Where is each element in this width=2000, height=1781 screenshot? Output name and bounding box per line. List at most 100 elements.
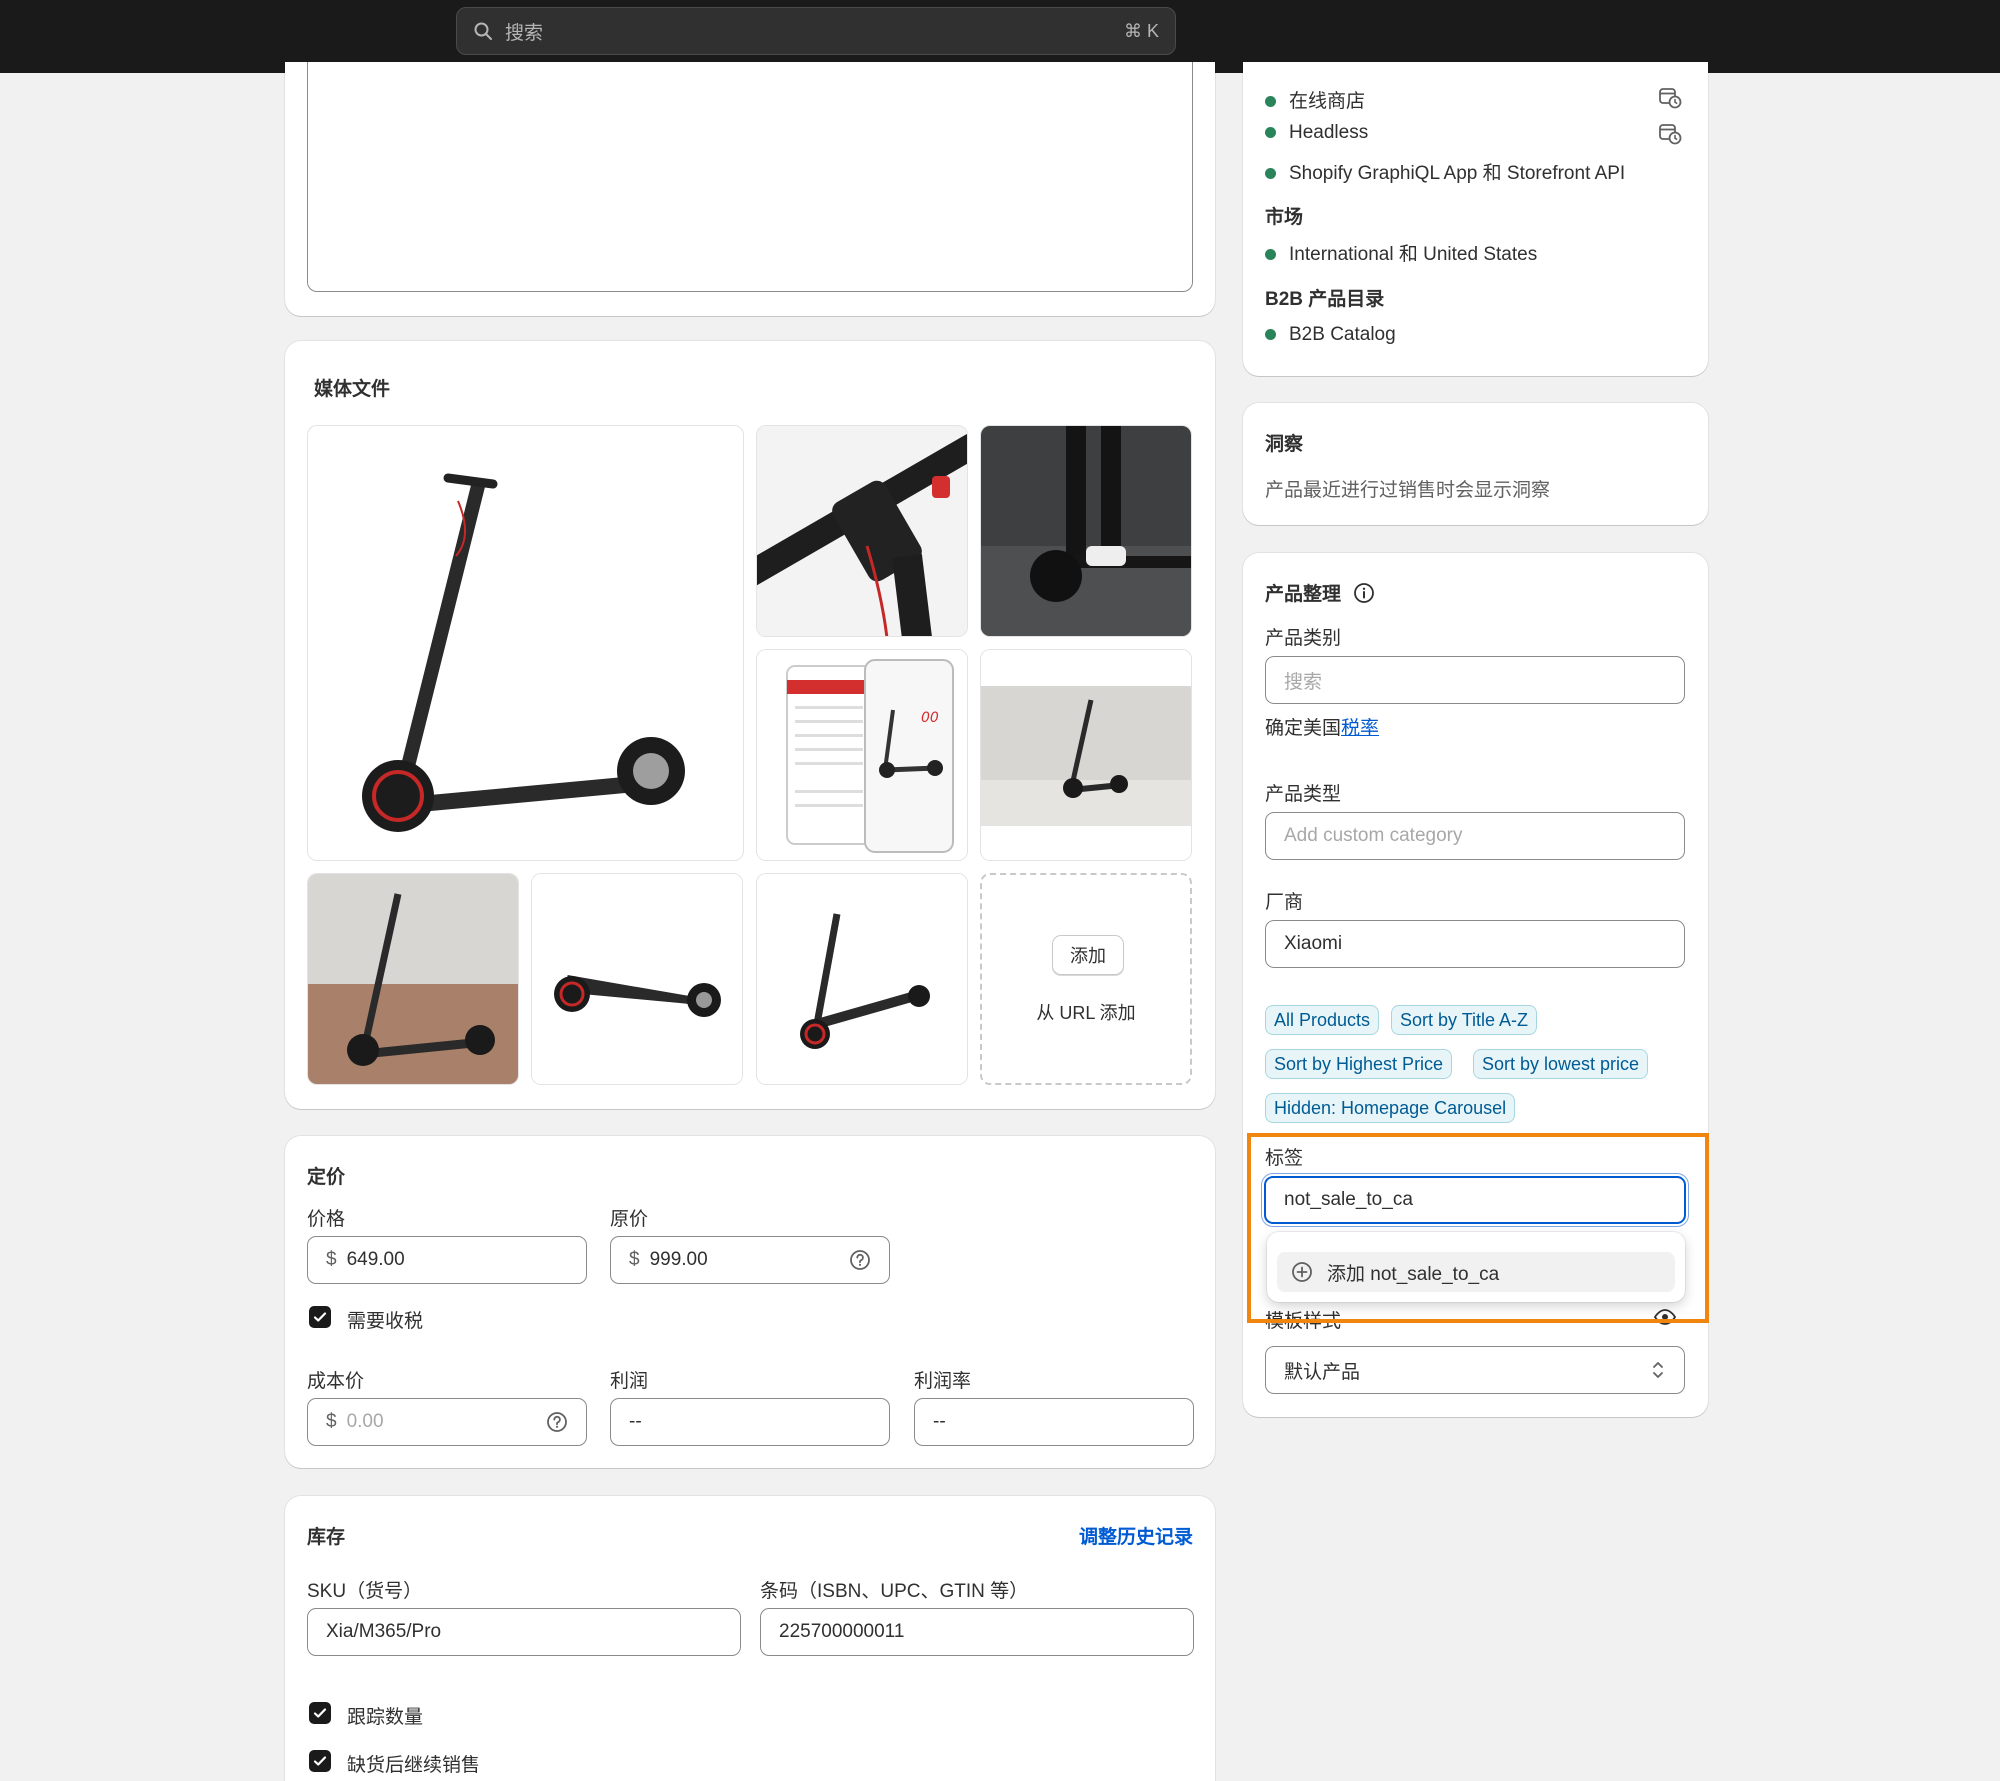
media-thumb-riding[interactable] bbox=[980, 425, 1192, 637]
status-dot bbox=[1265, 96, 1276, 108]
checkmark-icon bbox=[313, 1756, 327, 1766]
channel-graphiql: Shopify GraphiQL App 和 Storefront API bbox=[1265, 158, 1625, 185]
inventory-card: 库存 调整历史记录 SKU（货号） Xia/M365/Pro 条码（ISBN、U… bbox=[285, 1496, 1215, 1781]
barcode-label: 条码（ISBN、UPC、GTIN 等） bbox=[760, 1581, 1029, 1602]
collection-chip[interactable]: Sort by Highest Price bbox=[1265, 1049, 1453, 1079]
margin-field: -- bbox=[914, 1398, 1194, 1446]
media-thumb-handlebar[interactable] bbox=[756, 425, 968, 637]
scooter-floor-image bbox=[308, 874, 518, 1084]
tax-checkbox-label: 需要收税 bbox=[347, 1311, 424, 1332]
status-dot bbox=[1265, 127, 1276, 139]
tax-checkbox[interactable] bbox=[309, 1306, 331, 1328]
tag-add-option[interactable]: 添加 not_sale_to_ca bbox=[1277, 1252, 1675, 1292]
help-icon[interactable] bbox=[849, 1249, 871, 1271]
product-type-input[interactable]: Add custom category bbox=[1265, 812, 1685, 860]
collection-chip[interactable]: All Products bbox=[1265, 1005, 1380, 1035]
scooter-image bbox=[362, 473, 685, 832]
pricing-title: 定价 bbox=[307, 1167, 346, 1188]
calendar-schedule-icon[interactable] bbox=[1657, 120, 1683, 146]
insights-card: 洞察 产品最近进行过销售时会显示洞察 bbox=[1243, 403, 1708, 525]
template-select[interactable]: 默认产品 bbox=[1265, 1346, 1685, 1394]
media-thumb-floor[interactable] bbox=[307, 873, 519, 1085]
tax-rate-link[interactable]: 税率 bbox=[1341, 718, 1379, 739]
pricing-card: 定价 价格 $ 649.00 原价 $ 999.00 需要收税 成本价 $ 0.… bbox=[285, 1136, 1215, 1468]
category-search-input[interactable]: 搜索 bbox=[1265, 656, 1685, 704]
insights-text: 产品最近进行过销售时会显示洞察 bbox=[1265, 480, 1551, 501]
description-editor[interactable] bbox=[307, 62, 1193, 292]
scooter-folded-image bbox=[532, 874, 742, 1084]
track-quantity-checkbox[interactable] bbox=[309, 1702, 331, 1724]
cost-currency: $ bbox=[326, 1411, 337, 1432]
global-search[interactable]: 搜索 ⌘ K bbox=[456, 7, 1176, 55]
info-icon[interactable] bbox=[1353, 582, 1375, 604]
checkmark-icon bbox=[313, 1312, 327, 1322]
search-placeholder: 搜索 bbox=[505, 22, 544, 44]
inventory-history-link[interactable]: 调整历史记录 bbox=[1079, 1522, 1193, 1549]
collection-chip[interactable]: Sort by Title A-Z bbox=[1391, 1005, 1538, 1035]
price-label: 价格 bbox=[307, 1209, 346, 1230]
channel-headless: Headless bbox=[1265, 122, 1368, 144]
price-input[interactable]: $ 649.00 bbox=[307, 1236, 587, 1284]
checkmark-icon bbox=[313, 1708, 327, 1718]
media-thumb-wall[interactable] bbox=[980, 649, 1192, 861]
scooter-angle-image bbox=[757, 874, 967, 1084]
riding-image bbox=[981, 426, 1191, 636]
cost-input[interactable]: $ 0.00 bbox=[307, 1398, 587, 1446]
media-thumb-app[interactable]: 00 bbox=[756, 649, 968, 861]
select-arrows-icon bbox=[1653, 1362, 1663, 1378]
svg-text:00: 00 bbox=[921, 710, 939, 726]
media-add-url-link[interactable]: 从 URL 添加 bbox=[982, 999, 1190, 1025]
collection-chip[interactable]: Hidden: Homepage Carousel bbox=[1265, 1093, 1516, 1123]
profit-value: -- bbox=[629, 1411, 642, 1432]
media-add-button[interactable]: 添加 bbox=[1052, 935, 1124, 975]
media-add-dropzone[interactable]: 添加 从 URL 添加 bbox=[980, 873, 1192, 1085]
inventory-title: 库存 bbox=[307, 1527, 346, 1548]
profit-field: -- bbox=[610, 1398, 890, 1446]
continue-selling-checkbox[interactable] bbox=[309, 1750, 331, 1772]
barcode-input[interactable]: 225700000011 bbox=[760, 1608, 1194, 1656]
description-card bbox=[285, 62, 1215, 316]
scooter-wall-image bbox=[981, 650, 1191, 860]
price-currency: $ bbox=[326, 1249, 337, 1270]
continue-selling-label: 缺货后继续销售 bbox=[347, 1755, 481, 1776]
help-icon[interactable] bbox=[546, 1411, 568, 1433]
tags-label: 标签 bbox=[1265, 1148, 1304, 1169]
markets-value: International 和 United States bbox=[1265, 239, 1537, 266]
plus-circle-icon bbox=[1292, 1262, 1312, 1282]
status-dot bbox=[1265, 249, 1276, 261]
media-title: 媒体文件 bbox=[314, 379, 391, 400]
vendor-input[interactable]: Xiaomi bbox=[1265, 920, 1685, 968]
eye-icon[interactable] bbox=[1653, 1305, 1677, 1329]
track-quantity-label: 跟踪数量 bbox=[347, 1707, 424, 1728]
sku-input[interactable]: Xia/M365/Pro bbox=[307, 1608, 741, 1656]
handlebar-image bbox=[757, 426, 967, 636]
sales-channels-card: 在线商店 Headless Shopify GraphiQL App 和 Sto… bbox=[1243, 62, 1708, 376]
margin-value: -- bbox=[933, 1411, 946, 1432]
compare-price-label: 原价 bbox=[610, 1209, 649, 1230]
media-card: 媒体文件 00 添加 从 URL 添加 bbox=[285, 341, 1215, 1109]
compare-currency: $ bbox=[629, 1249, 640, 1270]
media-thumb-angle[interactable] bbox=[756, 873, 968, 1085]
media-thumb-folded[interactable] bbox=[531, 873, 743, 1085]
template-label: 模板样式 bbox=[1265, 1311, 1342, 1332]
media-main-image[interactable] bbox=[307, 425, 744, 861]
calendar-schedule-icon[interactable] bbox=[1657, 84, 1683, 110]
cost-label: 成本价 bbox=[307, 1371, 365, 1392]
cost-placeholder: 0.00 bbox=[346, 1411, 384, 1432]
tags-input[interactable]: not_sale_to_ca bbox=[1264, 1176, 1686, 1224]
tag-suggestion-dropdown: 添加 not_sale_to_ca bbox=[1267, 1232, 1685, 1302]
compare-value: 999.00 bbox=[649, 1249, 708, 1270]
sku-value: Xia/M365/Pro bbox=[326, 1621, 442, 1642]
search-shortcut: ⌘ K bbox=[1123, 20, 1159, 41]
category-label: 产品类别 bbox=[1265, 628, 1342, 649]
search-icon bbox=[474, 22, 492, 40]
collection-chip[interactable]: Sort by lowest price bbox=[1473, 1049, 1649, 1079]
markets-title: 市场 bbox=[1265, 207, 1304, 228]
app-screens-image: 00 bbox=[757, 650, 967, 860]
price-value: 649.00 bbox=[346, 1249, 405, 1270]
b2b-title: B2B 产品目录 bbox=[1265, 289, 1385, 310]
organization-title: 产品整理 bbox=[1265, 579, 1375, 606]
insights-title: 洞察 bbox=[1265, 434, 1304, 455]
sku-label: SKU（货号） bbox=[307, 1581, 423, 1602]
compare-price-input[interactable]: $ 999.00 bbox=[610, 1236, 890, 1284]
